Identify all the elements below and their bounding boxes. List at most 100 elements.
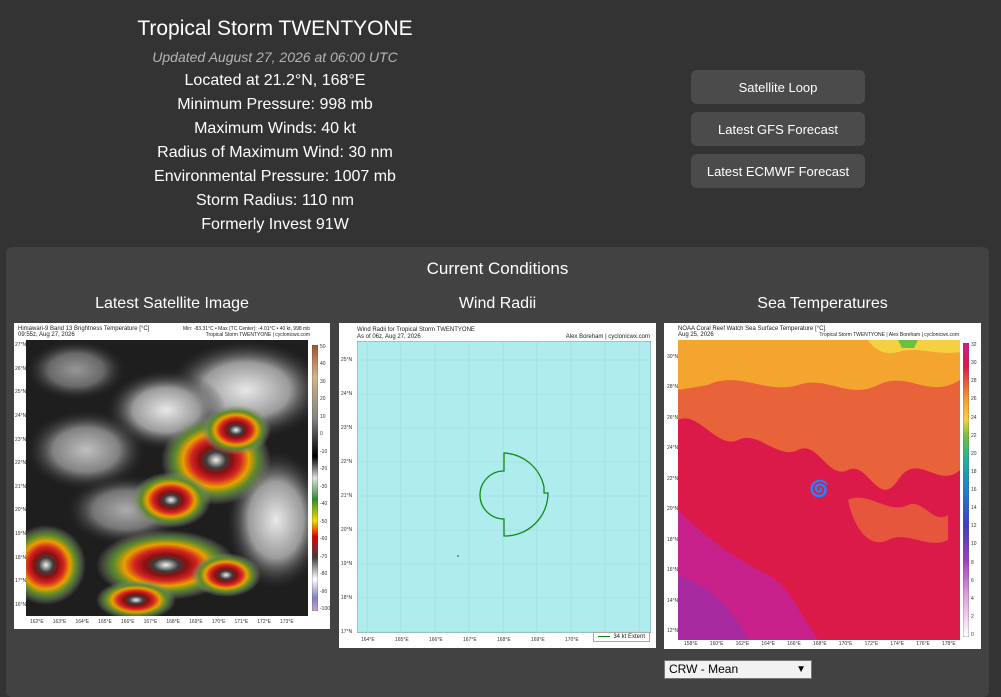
wind-lon-tick: 167°E [463, 637, 477, 643]
satellite-lat-tick: 26°N [15, 365, 27, 372]
satellite-map [26, 340, 308, 616]
satellite-clouds [26, 340, 308, 616]
satellite-colorbar-tick: 0 [320, 431, 323, 438]
wind-radii-title: Wind Radii [458, 295, 537, 312]
wind-lat-tick: 22°N [341, 459, 353, 465]
wind-header-credit: Alex Boreham | cyclonicwx.com [565, 334, 650, 340]
current-conditions-title: Current Conditions [426, 259, 569, 278]
satellite-lon-tick: 170°E [211, 619, 226, 625]
sea-temperatures-title: Sea Temperatures [757, 295, 888, 312]
storm-radius: Storm Radius: 110 nm [196, 192, 354, 209]
satellite-lon-tick: 165°E [98, 619, 112, 625]
satellite-colorbar-tick: 30 [320, 378, 326, 385]
storm-rmw: Radius of Maximum Wind: 30 nm [157, 144, 393, 161]
sst-lon-tick: 172°E [864, 641, 879, 647]
satellite-lat-tick: 16°N [15, 602, 27, 608]
satellite-lon-tick: 168°E [166, 619, 181, 625]
sst-header-date: Aug 25, 2026 [678, 332, 714, 338]
wind-lon-tick: 165°E [395, 637, 409, 643]
sst-lon-tick: 168°E [813, 641, 827, 647]
sst-colorbar-tick: 2 [971, 613, 974, 620]
sst-lat-tick: 12°N [667, 628, 679, 634]
wind-lon-tick: 164°E [361, 637, 375, 643]
wind-lon-tick: 168°E [497, 637, 511, 643]
satellite-lat-tick: 17°N [15, 578, 27, 585]
satellite-colorbar-tick: -40 [320, 501, 328, 508]
sst-lat-tick: 30°N [667, 354, 679, 360]
satellite-colorbar-tick: 50 [320, 344, 326, 350]
satellite-loop-button[interactable]: Satellite Loop [691, 70, 865, 104]
sst-map: 🌀 [678, 340, 960, 640]
sst-lat-tick: 22°N [667, 475, 679, 482]
satellite-colorbar-tick: -80 [320, 571, 328, 578]
satellite-lat-tick: 21°N [15, 483, 27, 490]
satellite-colorbar-tick: -20 [320, 466, 328, 473]
sst-product-select[interactable]: CRW - Mean ▼ [664, 660, 812, 679]
storm-info: Tropical Storm TWENTYONE Updated August … [130, 16, 420, 237]
sst-colorbar-tick: 4 [971, 595, 974, 602]
sst-lon-tick: 160°E [709, 641, 724, 647]
satellite-header-time: 09:55z, Aug 27, 2026 [18, 332, 75, 338]
sst-colorbar-tick: 14 [971, 505, 977, 512]
sst-lat-tick: 24°N [667, 445, 679, 452]
sst-colorbar-tick: 30 [971, 360, 977, 367]
sst-lon-tick: 174°E [890, 641, 905, 647]
satellite-image[interactable]: Himawari-9 Band 13 Brightness Temperatur… [14, 323, 330, 629]
satellite-colorbar-tick: 40 [320, 361, 326, 368]
sst-colorbar [963, 343, 969, 637]
current-conditions-section: Current Conditions Latest Satellite Imag… [6, 247, 989, 697]
wind-dot [457, 555, 459, 557]
storm-formerly: Formerly Invest 91W [201, 216, 349, 233]
sea-temperatures-image[interactable]: NOAA Coral Reef Watch Sea Surface Temper… [664, 323, 981, 649]
wind-lat-tick: 18°N [341, 595, 353, 601]
sst-header-credit: Tropical Storm TWENTYONE | Alex Boreham … [819, 332, 959, 338]
satellite-colorbar-tick: -100 [320, 606, 330, 612]
storm-location: Located at 21.2°N, 168°E [184, 72, 366, 89]
sst-lon-tick: 170°E [838, 641, 853, 647]
satellite-lon-tick: 164°E [75, 619, 90, 625]
satellite-lon-tick: 172°E [257, 619, 271, 625]
satellite-colorbar-tick: -50 [320, 518, 328, 525]
sst-colorbar-tick: 16 [971, 487, 977, 493]
wind-legend: 34 kt Extent [593, 632, 650, 642]
storm-min-pressure: Minimum Pressure: 998 mb [177, 96, 373, 113]
satellite-colorbar-tick: 20 [320, 396, 326, 403]
satellite-colorbar-tick: -70 [320, 553, 328, 560]
satellite-lon-tick: 166°E [120, 619, 135, 625]
sst-colorbar-tick: 8 [971, 559, 974, 566]
sst-lat-tick: 20°N [667, 506, 679, 513]
sst-lat-tick: 26°N [667, 414, 679, 421]
sst-colorbar-tick: 20 [971, 450, 977, 457]
chevron-down-icon: ▼ [796, 664, 806, 675]
ecmwf-forecast-button[interactable]: Latest ECMWF Forecast [691, 154, 865, 188]
sst-lat-tick: 14°N [667, 597, 679, 604]
sst-lon-tick: 164°E [761, 641, 776, 647]
gfs-forecast-button[interactable]: Latest GFS Forecast [691, 112, 865, 146]
satellite-colorbar-tick: -60 [320, 536, 328, 543]
wind-lat-tick: 23°N [341, 425, 353, 431]
sst-lat-tick: 16°N [667, 567, 679, 574]
satellite-header-credit: Tropical Storm TWENTYONE | cyclonicwx.co… [205, 332, 310, 338]
wind-legend-label: 34 kt Extent [613, 634, 645, 640]
sst-colorbar-tick: 18 [971, 468, 977, 475]
wind-lon-tick: 169°E [531, 637, 545, 643]
satellite-colorbar-tick: -90 [320, 588, 328, 595]
wind-legend-line [598, 635, 611, 637]
sst-colorbar-tick: 22 [971, 432, 977, 439]
satellite-lon-tick: 169°E [189, 619, 203, 625]
satellite-lat-tick: 25°N [15, 389, 27, 396]
satellite-lat-tick: 20°N [15, 507, 27, 514]
wind-lat-tick: 25°N [341, 357, 353, 363]
wind-lon-tick: 170°E [565, 637, 579, 643]
storm-title: Tropical Storm TWENTYONE [137, 17, 413, 40]
satellite-colorbar-tick: -30 [320, 483, 328, 490]
updated-timestamp: Updated August 27, 2026 at 06:00 UTC [152, 49, 398, 65]
wind-lat-tick: 17°N [341, 629, 353, 635]
satellite-title: Latest Satellite Image [95, 295, 249, 312]
wind-radii-image[interactable]: Wind Radii for Tropical Storm TWENTYONE … [339, 323, 656, 648]
satellite-lat-tick: 18°N [15, 554, 27, 561]
wind-radii-map [357, 341, 651, 633]
satellite-colorbar-tick: 10 [320, 413, 326, 420]
satellite-lat-tick: 19°N [15, 531, 27, 538]
sst-colorbar-tick: 10 [971, 541, 977, 548]
